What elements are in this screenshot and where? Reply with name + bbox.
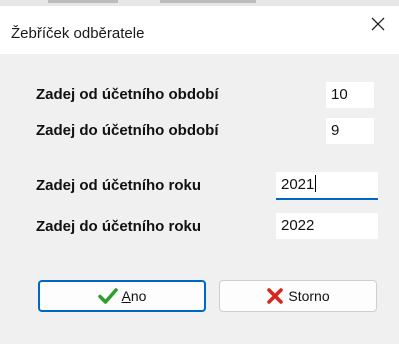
year-from-label: Zadej od účetního roku xyxy=(36,177,202,194)
year-to-input[interactable]: 2022 xyxy=(276,213,378,239)
year-from-input[interactable]: 2021 xyxy=(276,172,378,200)
background-text-fragment xyxy=(160,0,256,3)
year-from-value: 2021 xyxy=(281,176,315,193)
x-icon xyxy=(266,287,284,305)
period-from-label: Zadej od účetního období xyxy=(36,86,219,103)
ok-label-rest: no xyxy=(130,288,147,304)
checkmark-icon xyxy=(97,287,118,305)
close-button[interactable] xyxy=(355,6,399,42)
ok-mnemonic: A xyxy=(121,288,131,304)
period-to-input[interactable]: 9 xyxy=(326,118,374,144)
screen: Žebříček odběratele Zadej od účetního ob… xyxy=(0,0,399,344)
ok-button-label: Ano xyxy=(122,288,147,304)
ok-button[interactable]: Ano xyxy=(38,280,206,312)
dialog-title: Žebříček odběratele xyxy=(11,25,145,42)
period-from-input[interactable]: 10 xyxy=(326,82,374,108)
background-text-fragment xyxy=(48,0,118,3)
cancel-button[interactable]: Storno xyxy=(219,280,377,312)
text-caret xyxy=(315,175,317,192)
period-to-label: Zadej do účetního období xyxy=(36,122,219,139)
title-bar[interactable]: Žebříček odběratele xyxy=(0,6,399,54)
close-icon xyxy=(371,17,385,31)
year-to-label: Zadej do účetního roku xyxy=(36,218,202,235)
cancel-button-label: Storno xyxy=(288,288,330,304)
